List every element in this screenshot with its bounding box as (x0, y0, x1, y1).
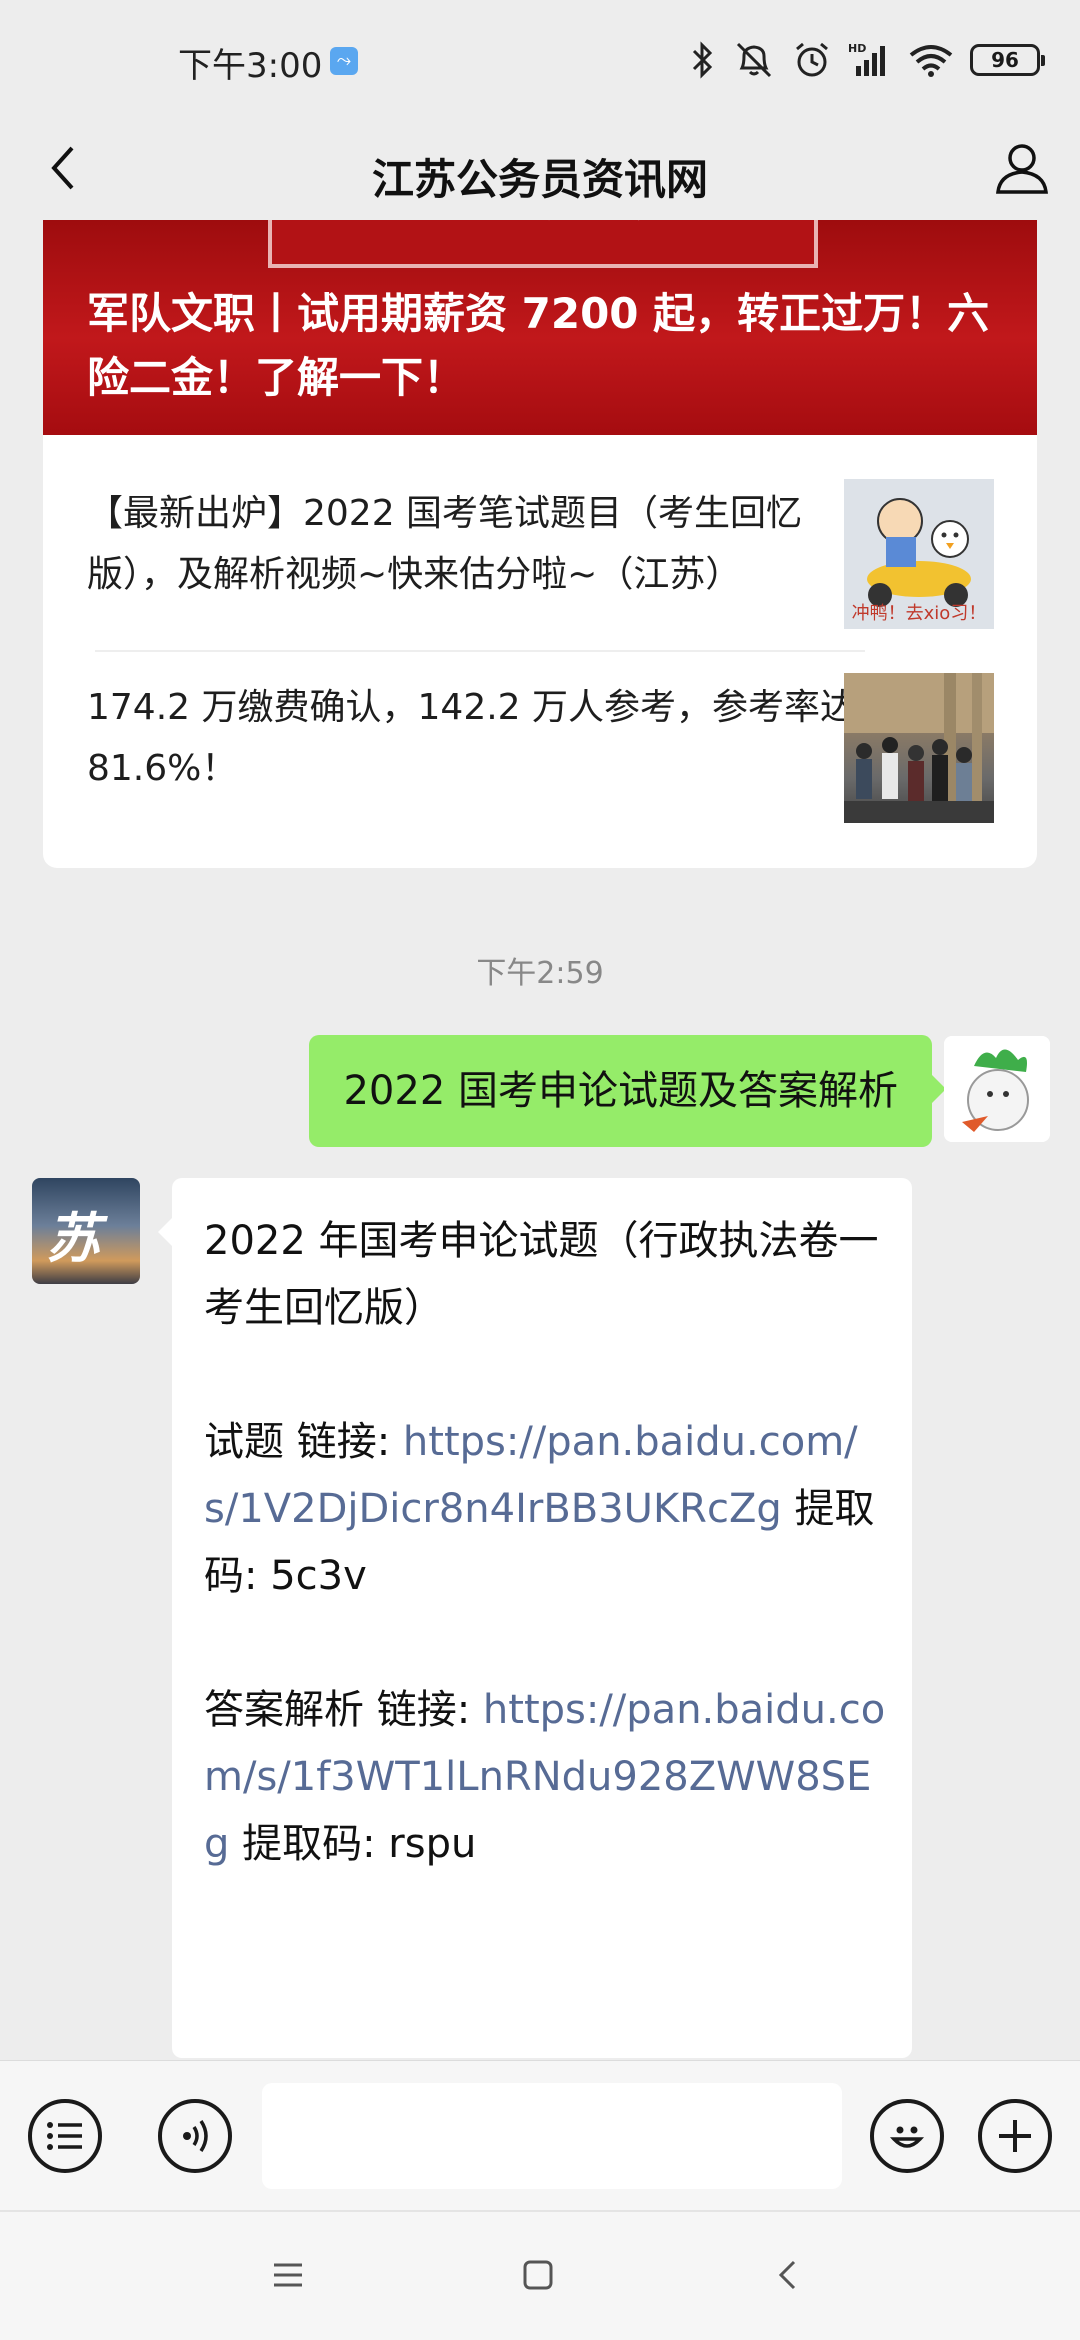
emoji-icon (889, 2126, 925, 2148)
signal-icon: HD (848, 42, 885, 76)
profile-button[interactable] (988, 134, 1056, 202)
notification-badge-icon: ⤳ (330, 47, 358, 75)
plus-icon (999, 2120, 1031, 2152)
incoming-message-bubble[interactable]: 2022 年国考申论试题（行政执法卷一考生回忆版） 试题 链接: https:/… (158, 1178, 912, 2058)
my-avatar[interactable] (944, 1036, 1050, 1142)
banner-title: 军队文职丨试用期薪资 7200 起，转正过万！六险二金！了解一下！ (87, 289, 990, 402)
system-nav-bar (0, 2210, 1080, 2340)
crowd-photo-image (844, 673, 994, 823)
banner-decoration-text: 重要通知 (272, 220, 814, 264)
news-item-title: 【最新出炉】2022 国考笔试题目（考生回忆版），及解析视频~快来估分啦~（江苏… (87, 493, 803, 595)
question-link-label: 试题 链接: (204, 1419, 403, 1465)
nav-recents-button[interactable] (258, 2250, 318, 2300)
emoji-button[interactable] (870, 2099, 944, 2173)
menu-toggle-button[interactable] (28, 2099, 102, 2173)
radish-avatar-icon (944, 1036, 1050, 1142)
status-bar: 下午3:00 ⤳ HD 96 (0, 0, 1080, 120)
voice-button[interactable] (158, 2099, 232, 2173)
hamburger-icon (274, 2263, 302, 2287)
home-square-icon (523, 2260, 553, 2290)
article-banner[interactable]: 重要通知 军队文职丨试用期薪资 7200 起，转正过万！六险二金！了解一下！ (43, 220, 1037, 435)
answer-code: 提取码: rspu (229, 1821, 477, 1867)
news-item[interactable]: 【最新出炉】2022 国考笔试题目（考生回忆版），及解析视频~快来估分啦~（江苏… (43, 479, 1037, 629)
banner-decoration: 重要通知 (268, 220, 818, 268)
thumbnail-caption: 冲鸭！去xio习！ (851, 603, 987, 624)
bluetooth-icon (692, 41, 713, 79)
article-card[interactable]: 重要通知 军队文职丨试用期薪资 7200 起，转正过万！六险二金！了解一下！ 【… (43, 220, 1037, 868)
nav-back-button[interactable] (758, 2250, 818, 2300)
voice-icon (183, 2120, 208, 2152)
message-input[interactable] (262, 2083, 842, 2189)
wifi-icon (909, 45, 953, 77)
sender-avatar-char: 苏 (46, 1207, 100, 1270)
input-bar (0, 2060, 1080, 2210)
news-item-title: 174.2 万缴费确认，142.2 万人参考，参考率达 81.6%！ (87, 687, 857, 789)
message-timestamp: 下午2:59 (476, 956, 604, 991)
nav-home-button[interactable] (508, 2250, 568, 2300)
question-paragraph: 试题 链接: https://pan.baidu.com/s/1V2DjDicr… (204, 1409, 888, 1610)
answer-link-label: 答案解析 链接: (204, 1687, 483, 1733)
chat-area[interactable]: 重要通知 军队文职丨试用期薪资 7200 起，转正过万！六险二金！了解一下！ 【… (0, 220, 1080, 2060)
answer-paragraph: 答案解析 链接: https://pan.baidu.com/s/1f3WT1l… (204, 1677, 888, 1878)
news-thumbnail-cartoon: 冲鸭！去xio习！ (844, 479, 994, 629)
menu-list-icon (47, 2122, 82, 2150)
more-actions-button[interactable] (978, 2099, 1052, 2173)
outgoing-message-bubble[interactable]: 2022 国考申论试题及答案解析 (309, 1035, 946, 1147)
battery-indicator: 96 (970, 44, 1045, 76)
message-heading: 2022 年国考申论试题（行政执法卷一考生回忆版） (204, 1218, 879, 1331)
profile-icon (996, 144, 1048, 194)
status-time: 下午3:00 (178, 46, 323, 86)
page-title: 江苏公务员资讯网 (371, 155, 708, 204)
news-thumbnail-crowd-photo (844, 673, 994, 823)
mute-icon (736, 42, 772, 78)
back-triangle-icon (778, 2260, 796, 2290)
sender-avatar[interactable]: 苏 (32, 1178, 140, 1284)
alarm-icon (796, 42, 828, 77)
chat-header: 江苏公务员资讯网 (0, 120, 1080, 220)
status-icons: HD 96 (690, 40, 1045, 80)
news-divider (95, 650, 865, 652)
svg-text:HD: HD (848, 42, 866, 55)
news-item[interactable]: 174.2 万缴费确认，142.2 万人参考，参考率达 81.6%！ (43, 673, 1037, 823)
